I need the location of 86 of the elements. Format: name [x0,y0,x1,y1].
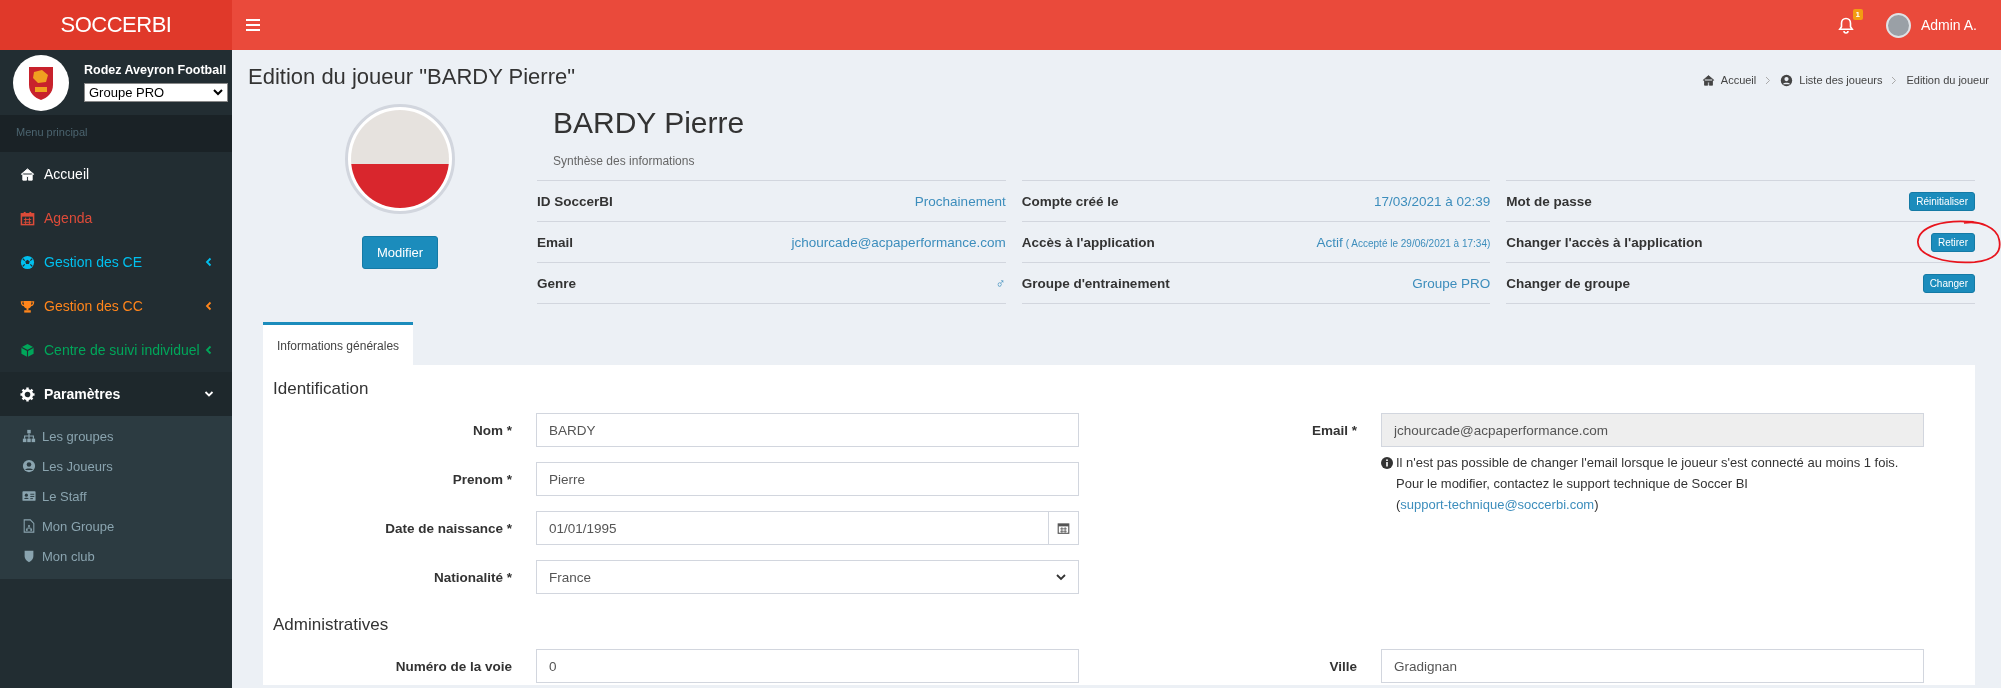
info-label: Genre [537,275,577,291]
chevron-right-icon [1765,75,1772,85]
info-value: jchourcade@acpaperformance.com [791,234,1006,250]
submenu-item[interactable]: Mon club [0,541,232,571]
breadcrumb-item[interactable]: Liste des joueurs [1799,74,1883,86]
info-note: ( Accepté le 29/06/2021 à 17:34) [1345,237,1491,249]
submenu-item[interactable]: Le Staff [0,481,232,511]
submenu-item[interactable]: Les groupes [0,421,232,451]
field-label: Ville [1328,658,1358,674]
club-name: Rodez Aveyron Football [84,63,228,77]
page-title: Edition du joueur "BARDY Pierre" [248,64,576,90]
field-label: Email * [1310,422,1358,438]
info-label: Changer l'accès à l'application [1506,234,1703,250]
shield-icon [22,549,36,563]
input-field[interactable]: BARDY [536,413,1079,447]
action-button[interactable]: Retirer [1930,232,1975,252]
sitemap-icon [22,429,36,443]
home-icon [20,166,35,182]
club-crest-icon [12,53,70,112]
input-field[interactable]: 0 [536,649,1079,683]
user-avatar [1885,12,1911,38]
help-text: Il n'est pas possible de changer l'email lorsque le joueur s'est connecté au moins 1 fois. Pour le modifier, contactez le support technique de Soccer BI (support-technique@soccerbi.com) [1396,454,1900,514]
action-button[interactable]: Changer [1922,273,1975,293]
info-label: ID SoccerBI [537,193,613,209]
calendar-icon [20,210,35,226]
info-label: Mot de passe [1506,193,1592,209]
menu-icon[interactable] [246,19,260,31]
info-value: Prochainement [914,193,1006,209]
user-circle-icon [22,459,36,473]
field-label: Numéro de la voie [394,658,513,674]
info-value: Actif [1316,234,1343,250]
date-field[interactable]: 01/01/1995 [536,511,1049,545]
breadcrumb-item[interactable]: Accueil [1720,74,1757,86]
settings-icon [20,386,35,402]
menu-item[interactable]: Gestion des CE [0,240,232,284]
support-email-link[interactable]: support-technique@soccerbi.com [1400,497,1595,512]
home-icon [1701,74,1715,86]
caret-icon [1056,573,1066,581]
notification-count: 1 [1852,8,1863,20]
edit-button[interactable]: Modifier [361,236,439,269]
menu-section-title: Menu principal [0,115,232,152]
tab[interactable]: Informations générales [263,322,414,365]
app-logo[interactable]: SOCCERBI [0,0,232,50]
input-field[interactable]: Gradignan [1381,649,1924,683]
caret-icon [213,89,223,96]
trophy-icon [20,298,35,314]
user-circle-icon [1780,73,1794,87]
cube-icon [20,342,35,358]
action-button[interactable]: Réinitialiser [1909,191,1975,211]
menu-item[interactable]: Gestion des CC [0,284,232,328]
user-name[interactable]: Admin A. [1920,17,1977,33]
info-label: Changer de groupe [1506,275,1631,291]
input-field[interactable]: Pierre [536,462,1079,496]
info-icon [1381,457,1393,469]
info-label: Compte créé le [1021,193,1119,209]
calendar-icon [1057,521,1070,535]
submenu-item[interactable]: Mon Groupe [0,511,232,541]
menu-item[interactable]: Agenda [0,196,232,240]
subtitle: Synthèse des informations [552,153,696,170]
chevron-right-icon [1891,75,1898,85]
submenu-item[interactable]: Les Joueurs [0,451,232,481]
info-label: Groupe d'entrainement [1021,275,1170,291]
calendar-button[interactable] [1049,511,1079,545]
menu-item[interactable]: Centre de suivi individuel [0,328,232,372]
group-select[interactable]: Groupe PRO [84,83,228,102]
soccer-ball-icon [20,254,35,270]
info-label: Email [537,234,574,250]
org-chart-document-icon [22,519,36,533]
input-field[interactable]: jchourcade@acpaperformance.com [1381,413,1924,447]
notification-bell-icon[interactable] [1837,16,1854,34]
info-value: 17/03/2021 à 02:39 [1373,193,1491,209]
field-label: Nationalité * [433,569,513,585]
field-label: Nom * [472,422,513,438]
section-title: Administratives [273,615,390,635]
info-value: ♂ [995,275,1006,291]
info-label: Accès à l'application [1021,234,1155,250]
id-card-icon [22,489,36,503]
breadcrumb-item: Edition du joueur [1906,74,1989,86]
menu-item[interactable]: Accueil [0,152,232,196]
player-name: BARDY Pierre [552,105,746,140]
select-field[interactable]: France [536,560,1079,594]
info-value: Groupe PRO [1412,275,1491,291]
field-label: Prenom * [451,471,513,487]
section-title: Identification [273,379,370,399]
menu-item[interactable]: Paramètres [0,372,232,416]
field-label: Date de naissance * [384,520,513,536]
